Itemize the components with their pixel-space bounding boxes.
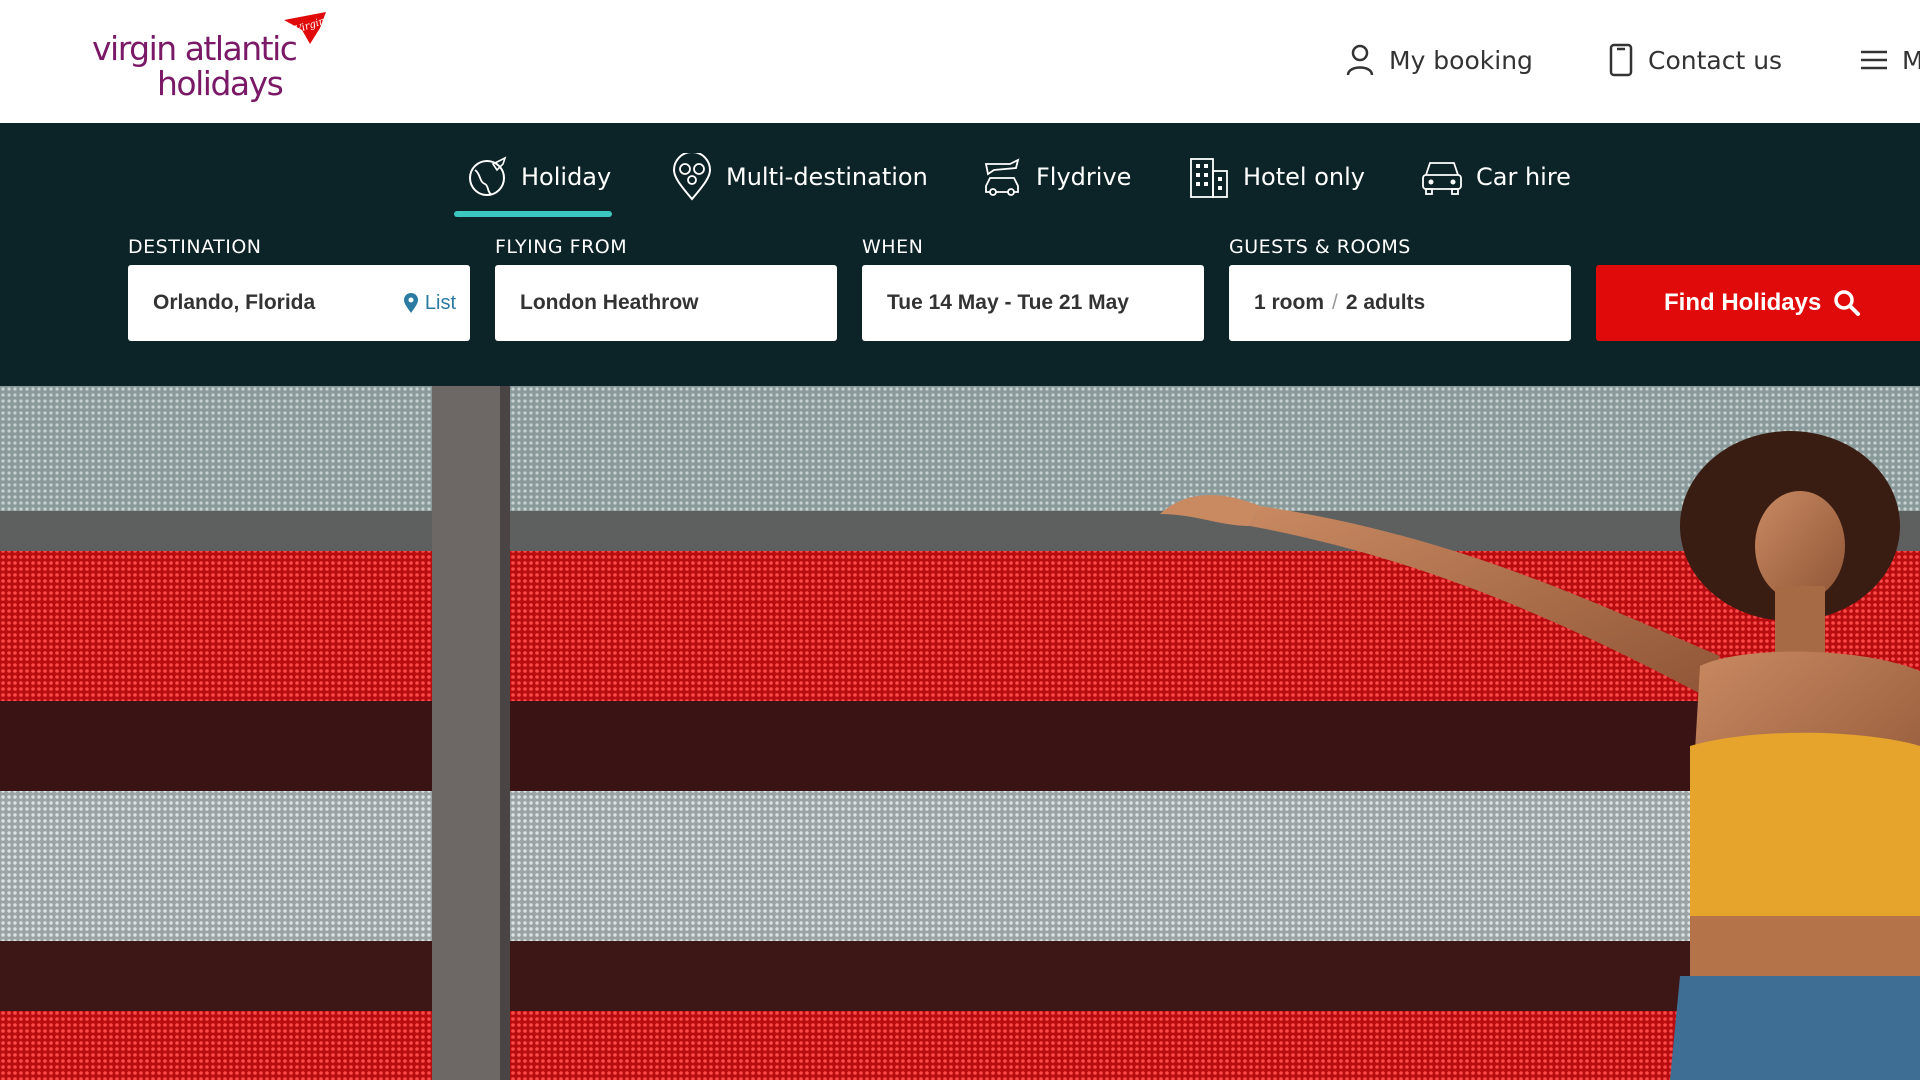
phone-icon — [1609, 43, 1633, 77]
product-tabs: Holiday Multi-destination Flydrive Hotel… — [0, 123, 1920, 223]
when-field[interactable]: Tue 14 May - Tue 21 May — [862, 265, 1204, 341]
tab-flydrive[interactable]: Flydrive — [980, 155, 1131, 199]
tab-holiday[interactable]: Holiday — [465, 155, 611, 199]
hotel-icon — [1190, 158, 1228, 198]
contact-us-link[interactable]: Contact us — [1608, 40, 1782, 80]
destination-list-link[interactable]: List — [403, 265, 456, 341]
my-booking-label: My booking — [1389, 45, 1533, 75]
destination-label: DESTINATION — [128, 236, 262, 258]
adults-value: 2 adults — [1345, 291, 1426, 314]
tab-flydrive-label: Flydrive — [1036, 163, 1132, 191]
contact-us-label: Contact us — [1648, 45, 1783, 75]
my-booking-link[interactable]: My booking — [1345, 40, 1533, 80]
search-panel: Holiday Multi-destination Flydrive Hotel… — [0, 123, 1920, 386]
user-icon — [1346, 44, 1374, 76]
find-holidays-label: Find Holidays — [1664, 289, 1822, 316]
destination-field[interactable]: Orlando, Florida List — [128, 265, 470, 341]
tab-car-hire-label: Car hire — [1476, 163, 1571, 191]
map-pin-icon — [403, 293, 418, 313]
flying-from-field[interactable]: London Heathrow — [495, 265, 837, 341]
active-tab-indicator — [454, 211, 612, 217]
hero-photo — [0, 386, 1920, 1080]
hero-image — [0, 386, 1920, 1080]
tab-hotel-only-label: Hotel only — [1243, 163, 1365, 191]
flying-from-label: FLYING FROM — [495, 236, 628, 258]
menu-label: M — [1902, 45, 1920, 75]
logo-text-line2: holidays — [157, 64, 284, 103]
tab-multi-destination[interactable]: Multi-destination — [670, 153, 928, 201]
when-value: Tue 14 May - Tue 21 May — [887, 291, 1129, 314]
logo-text-line1: virgin atlantic — [92, 29, 298, 68]
guests-rooms-label: GUESTS & ROOMS — [1229, 236, 1411, 258]
multi-pin-icon — [672, 153, 712, 201]
car-icon — [1422, 162, 1462, 195]
rooms-value: 1 room — [1254, 291, 1325, 314]
globe-plane-icon — [469, 156, 507, 196]
when-label: WHEN — [862, 236, 924, 258]
tab-multi-destination-label: Multi-destination — [726, 163, 928, 191]
flying-from-value: London Heathrow — [520, 291, 699, 314]
plane-car-icon — [984, 158, 1020, 196]
guests-separator: / — [1332, 291, 1338, 314]
virgin-badge-icon: Virgin — [284, 12, 327, 44]
tab-car-hire[interactable]: Car hire — [1420, 155, 1571, 199]
tab-holiday-label: Holiday — [521, 163, 612, 191]
brand-logo[interactable]: virgin atlantic holidays Virgin — [92, 10, 332, 110]
destination-value: Orlando, Florida — [153, 291, 316, 314]
list-link-label: List — [424, 291, 456, 314]
find-holidays-button[interactable]: Find Holidays — [1596, 265, 1920, 341]
menu-button[interactable]: M — [1860, 40, 1920, 80]
guests-rooms-field[interactable]: 1 room / 2 adults — [1229, 265, 1571, 341]
hamburger-icon — [1861, 50, 1887, 70]
search-icon — [1834, 290, 1861, 316]
tab-hotel-only[interactable]: Hotel only — [1187, 155, 1365, 199]
site-header: virgin atlantic holidays Virgin My booki… — [0, 0, 1920, 123]
